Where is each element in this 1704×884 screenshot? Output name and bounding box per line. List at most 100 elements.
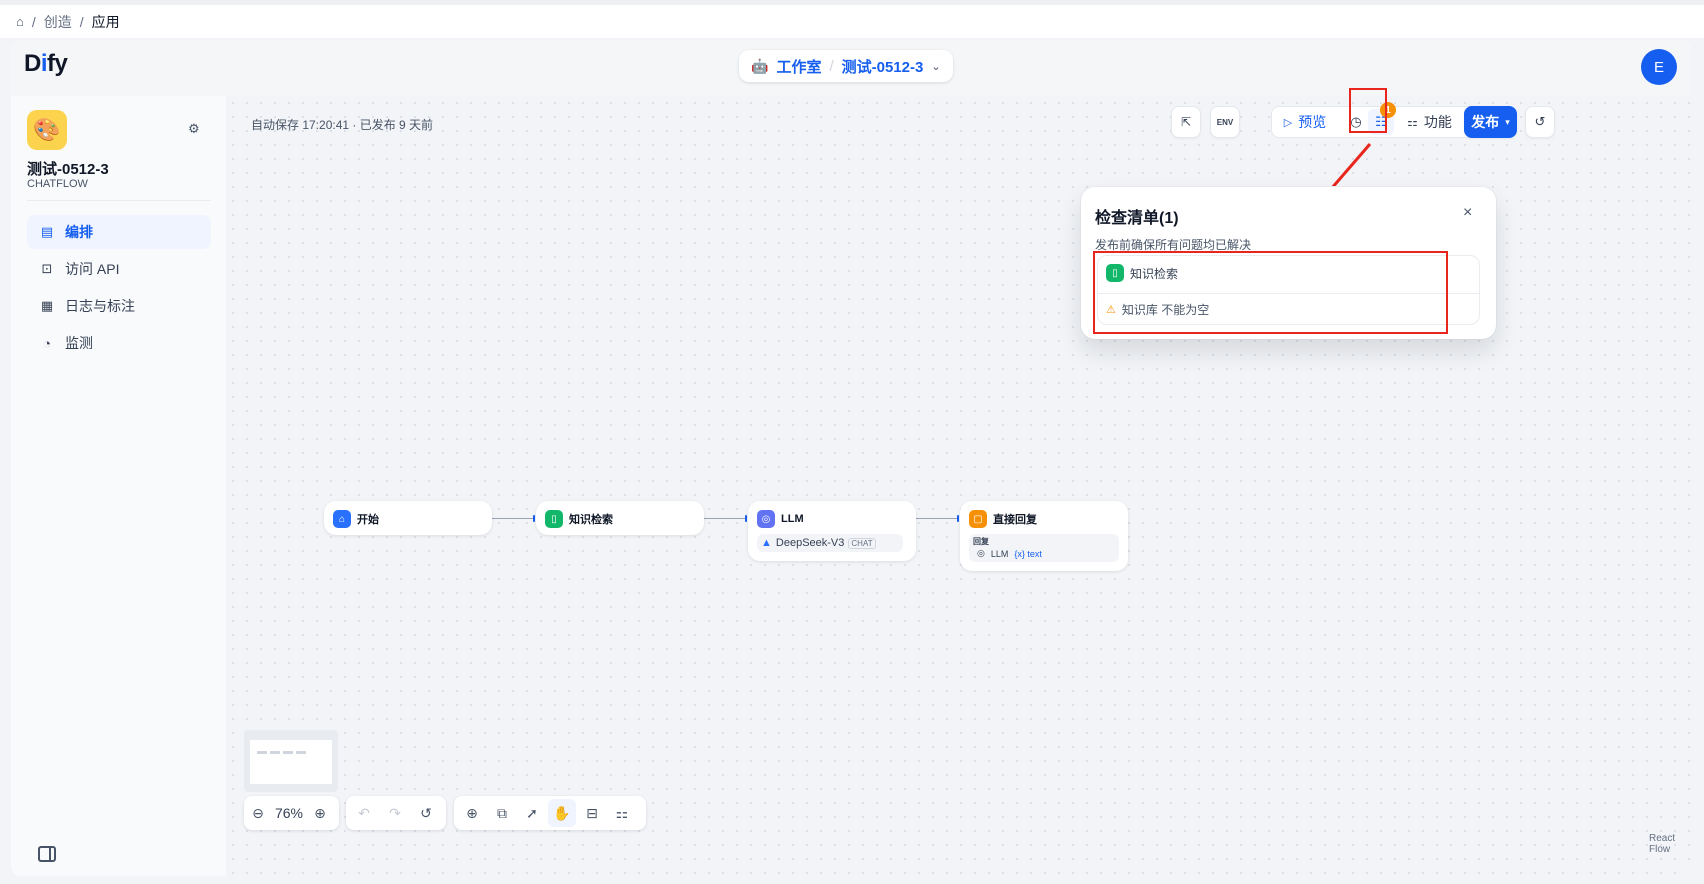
- node-handle[interactable]: [957, 515, 959, 522]
- var-name: {x} text: [1014, 548, 1042, 559]
- book-icon: ▯: [545, 510, 563, 528]
- logo-suffix: fy: [47, 50, 68, 77]
- zoom-level[interactable]: 76%: [272, 805, 306, 821]
- zoom-out-icon[interactable]: ⊖: [244, 799, 272, 827]
- nav-orchestrate[interactable]: ▤ 编排: [27, 215, 211, 249]
- node-title: 开始: [357, 514, 379, 526]
- var-source: LLM: [990, 548, 1009, 559]
- nav-api-access[interactable]: ⊡ 访问 API: [27, 252, 211, 286]
- node-start[interactable]: ⌂ 开始: [324, 501, 492, 535]
- env-icon: ENV: [1216, 117, 1234, 127]
- node-header: ◎ LLM: [757, 510, 804, 528]
- studio-app-switcher[interactable]: 🤖 工作室 / 测试-0512-3 ⌄: [739, 50, 953, 82]
- minimap-node: [257, 751, 267, 754]
- node-header: ▯ 知识检索: [545, 510, 613, 528]
- history-controls: ↶ ↷ ↺: [346, 796, 446, 830]
- play-icon: ▷: [1283, 116, 1293, 129]
- studio-link[interactable]: 工作室: [776, 56, 821, 77]
- breadcrumb-create[interactable]: 创造: [44, 12, 72, 32]
- avatar[interactable]: E: [1641, 49, 1677, 85]
- add-node-icon[interactable]: ⊕: [458, 799, 486, 827]
- node-knowledge-retrieval[interactable]: ▯ 知识检索: [536, 501, 704, 535]
- checklist-title: 检查清单(1): [1095, 210, 1179, 227]
- zoom-controls: ⊖ 76% ⊕: [244, 796, 339, 830]
- node-handle[interactable]: [533, 515, 535, 522]
- react-flow-attribution[interactable]: React Flow: [1649, 833, 1691, 855]
- node-title: 知识检索: [569, 514, 613, 526]
- home-icon[interactable]: ⌂: [16, 14, 24, 29]
- model-selector: ▲ DeepSeek-V3 CHAT: [757, 534, 903, 552]
- layout-icon: ▤: [40, 224, 54, 239]
- autosave-status: 自动保存 17:20:41 · 已发布 9 天前: [251, 118, 434, 132]
- edge: [491, 518, 535, 519]
- history-icon: ↺: [1534, 114, 1546, 129]
- redo-icon[interactable]: ↷: [381, 799, 409, 827]
- edge: [703, 518, 747, 519]
- logo-prefix: D: [24, 50, 41, 77]
- breadcrumb-sep: /: [79, 13, 84, 30]
- workflow-canvas[interactable]: 自动保存 17:20:41 · 已发布 9 天前 ⇱ ENV ▷ 预览 ◷ ☷ …: [226, 88, 1691, 876]
- answer-content: 回复 ◎ LLM {x} text: [969, 534, 1119, 562]
- reply-icon: ▢: [969, 510, 987, 528]
- minimap-node: [270, 751, 280, 754]
- divider: [27, 200, 211, 201]
- node-handle[interactable]: [745, 515, 747, 522]
- nav-label: 访问 API: [65, 261, 120, 277]
- llm-icon: ◎: [757, 510, 775, 528]
- dify-logo[interactable]: Dify: [24, 50, 68, 78]
- minimap-node: [283, 751, 293, 754]
- node-llm[interactable]: ◎ LLM ▲ DeepSeek-V3 CHAT: [748, 501, 916, 561]
- checklist-popup: 检查清单(1) × 发布前确保所有问题均已解决 ▯ 知识检索 ⚠ 知识库 不能为…: [1081, 187, 1496, 339]
- nav-monitor[interactable]: ◔ 监测: [27, 326, 211, 360]
- breadcrumb: ⌂ / 创造 / 应用: [0, 0, 1704, 38]
- canvas-tools: ⊕ ⧉ ➚ ✋ ⊟ ⚏: [454, 796, 646, 830]
- zoom-in-icon[interactable]: ⊕: [306, 799, 334, 827]
- top-header: Dify 🤖 工作室 / 测试-0512-3 ⌄ E: [11, 40, 1691, 96]
- history-icon[interactable]: ↺: [412, 799, 440, 827]
- app-selector[interactable]: 测试-0512-3: [842, 56, 924, 77]
- node-header: ▢ 直接回复: [969, 510, 1037, 528]
- publish-button[interactable]: 发布 ▾: [1464, 106, 1517, 138]
- minimap-viewport: [250, 740, 332, 784]
- header-sep: /: [829, 57, 834, 75]
- undo-icon[interactable]: ↶: [350, 799, 378, 827]
- publish-label: 发布: [1471, 114, 1500, 130]
- minimap-node: [296, 751, 306, 754]
- version-history-button[interactable]: ↺: [1525, 106, 1555, 138]
- preview-label: 预览: [1298, 114, 1327, 130]
- app-type: CHATFLOW: [27, 178, 88, 190]
- nav-label: 编排: [65, 224, 93, 240]
- hand-icon[interactable]: ✋: [548, 799, 576, 827]
- edge: [915, 518, 959, 519]
- features-button[interactable]: ⚏ 功能: [1402, 106, 1457, 138]
- robot-icon: 🤖: [751, 57, 769, 74]
- chevron-down-icon: ▾: [1505, 116, 1510, 127]
- answer-variable: ◎ LLM {x} text: [977, 548, 1042, 559]
- highlight-box-checklist: [1349, 88, 1387, 133]
- breadcrumb-apps[interactable]: 应用: [92, 12, 120, 32]
- pointer-icon[interactable]: ➚: [518, 799, 546, 827]
- minimap[interactable]: [244, 730, 338, 792]
- env-button[interactable]: ENV: [1210, 106, 1240, 138]
- sidebar-toggle-icon[interactable]: [38, 846, 56, 862]
- home-icon: ⌂: [333, 510, 351, 528]
- node-title: LLM: [781, 513, 804, 525]
- app-icon: 🎨: [27, 110, 67, 150]
- chevron-down-icon: ⌄: [931, 60, 941, 73]
- app-window: Dify 🤖 工作室 / 测试-0512-3 ⌄ E 🎨 ⚙ 测试-0512-3…: [11, 40, 1691, 876]
- breadcrumb-sep: /: [31, 13, 36, 30]
- llm-icon: ◎: [977, 548, 985, 558]
- close-icon[interactable]: ×: [1463, 204, 1472, 222]
- answer-label: 回复: [973, 537, 989, 546]
- export-image-icon[interactable]: ⊟: [578, 799, 606, 827]
- nav-logs[interactable]: ▦ 日志与标注: [27, 289, 211, 323]
- features-label: 功能: [1423, 114, 1452, 130]
- view-run-history-button[interactable]: ⇱: [1171, 106, 1201, 138]
- organize-icon[interactable]: ⚏: [608, 799, 636, 827]
- add-note-icon[interactable]: ⧉: [488, 799, 516, 827]
- preview-button[interactable]: ▷ 预览: [1274, 106, 1336, 138]
- node-answer[interactable]: ▢ 直接回复 回复 ◎ LLM {x} text: [960, 501, 1128, 571]
- node-title: 直接回复: [993, 514, 1037, 526]
- sidebar: 🎨 ⚙ 测试-0512-3 CHATFLOW ▤ 编排 ⊡ 访问 API ▦ 日…: [11, 96, 226, 876]
- settings-sliders-icon[interactable]: ⚙: [188, 121, 206, 139]
